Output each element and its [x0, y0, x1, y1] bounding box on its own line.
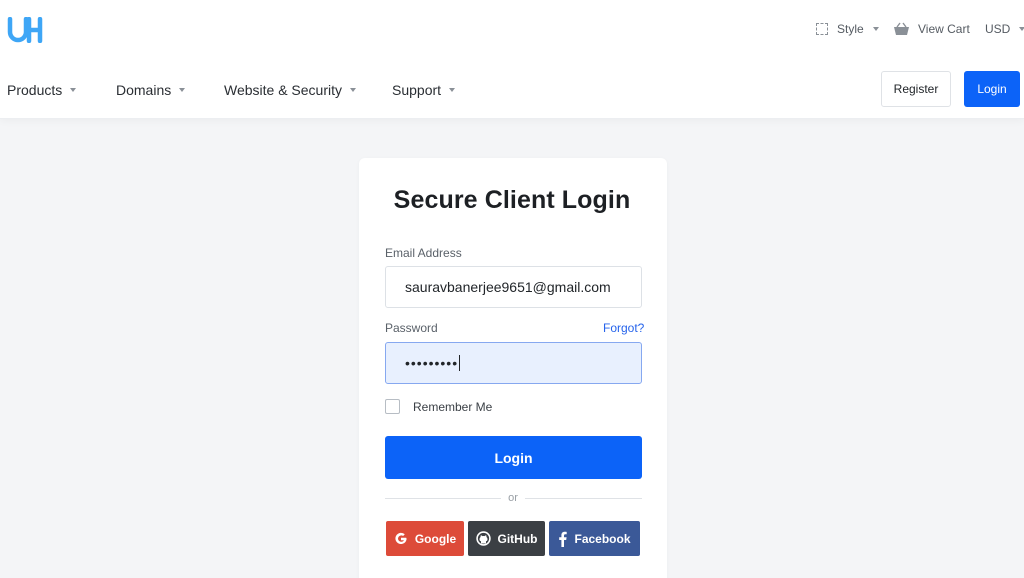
remember-me-checkbox[interactable]: [385, 399, 400, 414]
header-login-button[interactable]: Login: [964, 71, 1020, 107]
nav-domains-label: Domains: [116, 82, 172, 98]
chevron-down-icon: [872, 27, 879, 31]
currency-label: USD: [985, 22, 1011, 36]
currency-selector[interactable]: USD: [985, 21, 1024, 37]
email-field[interactable]: sauravbanerjee9651@gmail.com: [385, 266, 642, 308]
divider-right: [525, 498, 642, 499]
remember-me-label[interactable]: Remember Me: [413, 400, 492, 414]
github-label: GitHub: [497, 531, 538, 546]
github-login-button[interactable]: GitHub: [468, 521, 545, 556]
basket-icon: [894, 22, 909, 35]
nav-website-security-label: Website & Security: [224, 82, 343, 98]
view-cart-label: View Cart: [918, 22, 970, 36]
password-label: Password: [385, 321, 438, 335]
nav-website-security[interactable]: Website & Security: [224, 81, 357, 99]
divider-left: [385, 498, 501, 499]
login-submit-button[interactable]: Login: [385, 436, 642, 479]
divider-or: or: [508, 492, 518, 504]
chevron-down-icon: [350, 88, 357, 92]
email-label: Email Address: [385, 246, 462, 260]
chevron-down-icon: [179, 88, 186, 92]
password-mask: •••••••••: [405, 355, 459, 371]
facebook-icon: [559, 531, 568, 547]
register-button[interactable]: Register: [881, 71, 951, 107]
google-login-button[interactable]: Google: [386, 521, 464, 556]
text-cursor: [459, 355, 461, 371]
chevron-down-icon: [1019, 27, 1024, 31]
uh-logo[interactable]: [7, 17, 43, 43]
style-label: Style: [837, 22, 864, 36]
nav-products[interactable]: Products: [7, 81, 77, 99]
style-selector[interactable]: Style: [816, 21, 879, 37]
chevron-down-icon: [70, 88, 77, 92]
google-icon: [395, 532, 407, 544]
style-box-icon: [816, 23, 828, 35]
nav-products-label: Products: [7, 82, 63, 98]
view-cart-link[interactable]: View Cart: [893, 21, 970, 37]
page-title: Secure Client Login: [393, 186, 631, 214]
facebook-label: Facebook: [574, 531, 631, 546]
email-value: sauravbanerjee9651@gmail.com: [405, 279, 611, 295]
nav-domains[interactable]: Domains: [116, 81, 186, 99]
site-header: Style View Cart USD Products Domains Web…: [0, 0, 1024, 119]
google-label: Google: [414, 531, 457, 546]
facebook-login-button[interactable]: Facebook: [549, 521, 640, 556]
password-field[interactable]: •••••••••: [385, 342, 642, 384]
nav-support-label: Support: [392, 82, 442, 98]
github-icon: [475, 531, 491, 546]
nav-support[interactable]: Support: [392, 81, 456, 99]
chevron-down-icon: [449, 88, 456, 92]
forgot-password-link[interactable]: Forgot?: [603, 321, 644, 335]
